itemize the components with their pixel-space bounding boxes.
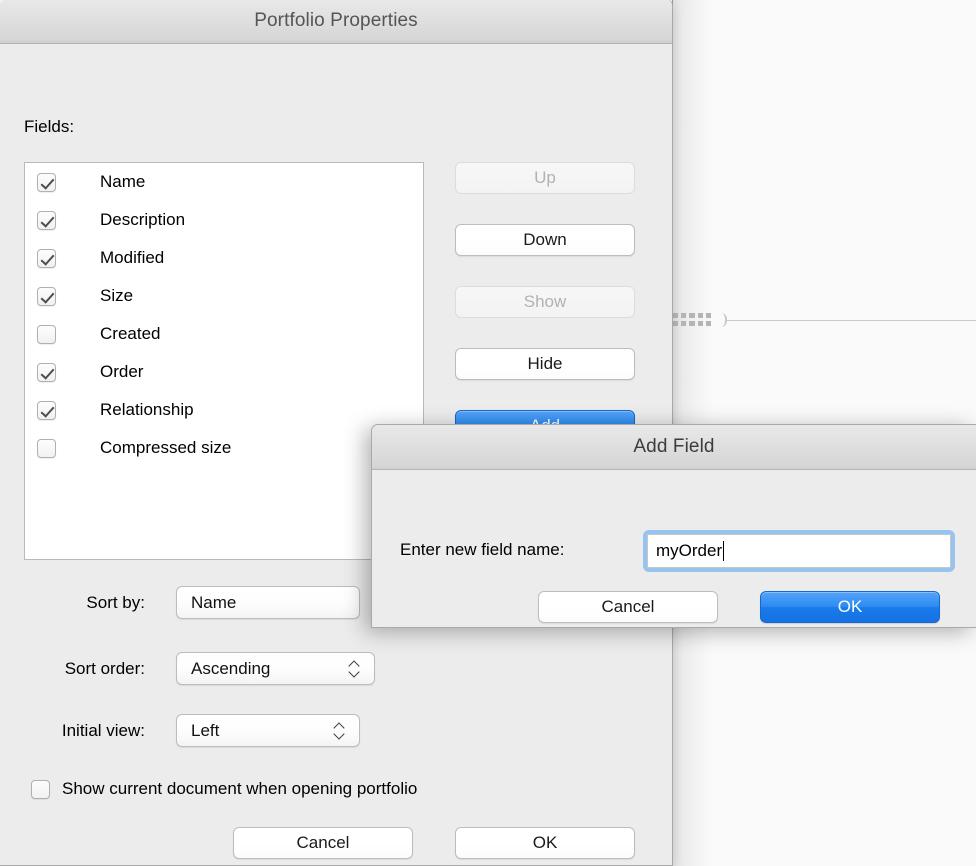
resize-grip-icon[interactable] xyxy=(673,313,711,326)
fields-label: Fields: xyxy=(24,117,75,136)
up-button: Up xyxy=(455,162,635,194)
field-checkbox[interactable] xyxy=(37,400,56,420)
main-titlebar: Portfolio Properties xyxy=(0,0,672,44)
horizontal-divider xyxy=(726,320,976,321)
list-item[interactable]: Size xyxy=(25,277,423,315)
option-popup-initialview[interactable]: Left xyxy=(176,714,360,747)
field-label: Modified xyxy=(100,248,165,267)
field-checkbox[interactable] xyxy=(37,210,56,230)
option-row: Initial view: Left xyxy=(0,714,360,747)
cancel-button[interactable]: Cancel xyxy=(233,827,413,859)
option-popup-sortby[interactable]: Name xyxy=(176,586,360,619)
add-field-titlebar: Add Field xyxy=(372,425,976,470)
option-value: Name xyxy=(191,592,237,612)
field-name-prompt: Enter new field name: xyxy=(400,540,565,559)
chevron-updown-icon xyxy=(348,658,362,680)
dialog-ok-button[interactable]: OK xyxy=(760,591,940,623)
option-label: Sort by: xyxy=(86,592,145,612)
list-item[interactable]: Modified xyxy=(25,239,423,277)
field-label: Relationship xyxy=(100,400,194,419)
field-label: Created xyxy=(100,324,161,343)
list-item[interactable]: Relationship xyxy=(25,391,423,429)
list-item[interactable]: Created xyxy=(25,315,423,353)
show-current-document-label: Show current document when opening portf… xyxy=(62,779,418,798)
show-button: Show xyxy=(455,286,635,318)
field-checkbox[interactable] xyxy=(37,286,56,306)
field-label: Order xyxy=(100,362,144,381)
option-popup-sortorder[interactable]: Ascending xyxy=(176,652,375,685)
option-label: Initial view: xyxy=(61,720,145,740)
add-field-body: Enter new field name: myOrder Cancel OK xyxy=(372,470,976,627)
field-checkbox[interactable] xyxy=(37,438,56,458)
list-item[interactable]: Compressed size xyxy=(25,429,423,467)
list-item[interactable]: Description xyxy=(25,201,423,239)
down-button[interactable]: Down xyxy=(455,224,635,256)
option-label: Sort order: xyxy=(64,658,145,678)
option-row: Sort order: Ascending xyxy=(0,652,375,685)
option-value: Left xyxy=(191,720,220,740)
hide-button[interactable]: Hide xyxy=(455,348,635,380)
page-title: Portfolio Properties xyxy=(254,10,418,31)
field-label: Size xyxy=(100,286,134,305)
field-label: Description xyxy=(100,210,186,229)
add-field-dialog: Add Field Enter new field name: myOrder … xyxy=(371,424,976,628)
field-checkbox[interactable] xyxy=(37,362,56,382)
ok-button[interactable]: OK xyxy=(455,827,635,859)
option-value: Ascending xyxy=(191,658,271,678)
text-caret xyxy=(723,541,725,561)
field-checkbox[interactable] xyxy=(37,248,56,268)
add-field-title: Add Field xyxy=(633,436,715,457)
field-label: Compressed size xyxy=(100,438,232,457)
list-item[interactable]: Name xyxy=(25,163,423,201)
dialog-cancel-button[interactable]: Cancel xyxy=(538,591,718,623)
show-current-document-row[interactable]: Show current document when opening portf… xyxy=(31,779,417,799)
list-item[interactable]: Order xyxy=(25,353,423,391)
field-name-input-value: myOrder xyxy=(656,541,723,560)
field-checkbox[interactable] xyxy=(37,172,56,192)
field-checkbox[interactable] xyxy=(37,324,56,344)
option-row: Sort by: Name xyxy=(0,586,360,619)
field-name-input[interactable]: myOrder xyxy=(647,534,951,568)
fields-listbox[interactable]: Name Description Modified Size Created Order R… xyxy=(24,162,424,560)
show-current-document-checkbox[interactable] xyxy=(31,779,50,799)
field-label: Name xyxy=(100,172,146,191)
chevron-updown-icon xyxy=(333,720,347,742)
